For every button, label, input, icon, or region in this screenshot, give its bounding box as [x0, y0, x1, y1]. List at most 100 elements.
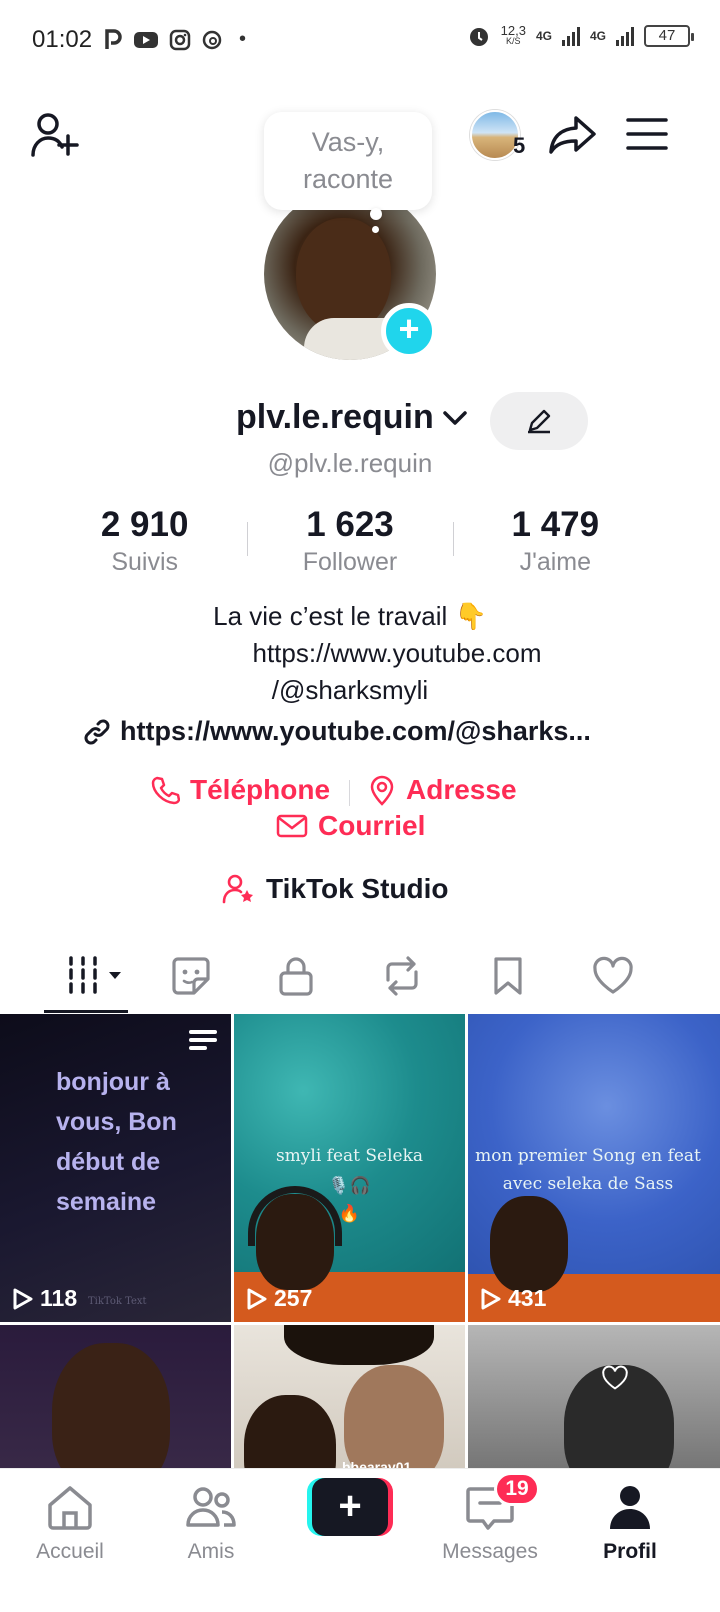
play-icon	[13, 1288, 33, 1309]
tab-videos[interactable]	[60, 950, 126, 1002]
active-tab-indicator	[44, 1010, 128, 1013]
add-friend-icon[interactable]	[30, 112, 80, 158]
story-prompt-bubble[interactable]: Vas-y, raconte	[264, 112, 432, 210]
video-person	[490, 1196, 568, 1292]
create-button[interactable]: +	[307, 1478, 393, 1536]
bookmark-icon	[494, 957, 522, 995]
video-thumbnail[interactable]: mon premier Song en feat avec seleka de …	[468, 1014, 720, 1322]
contact-divider	[349, 780, 350, 806]
text-post-content: bonjour à vous, Bon début de semaine	[56, 1068, 177, 1216]
nav-profile[interactable]: Profil	[570, 1483, 690, 1564]
video-thumbnail[interactable]: smyli feat Seleka 🎙️🎧 🔥 257	[234, 1014, 465, 1322]
stat-label: Follower	[302, 548, 398, 576]
video-thumbnail[interactable]	[468, 1325, 720, 1484]
phone-icon	[151, 776, 180, 805]
parking-app-icon	[105, 28, 122, 49]
profile-bio: La vie c’est le travail 👇 https://www.yo…	[0, 598, 700, 709]
text-watermark: TikTok Text	[88, 1296, 147, 1307]
battery-icon: 47	[644, 25, 694, 47]
nav-home[interactable]: Accueil	[10, 1483, 130, 1564]
chevron-down-icon	[443, 410, 467, 425]
home-icon	[48, 1486, 92, 1530]
bubble-line-1: Vas-y,	[311, 127, 385, 157]
tiktok-studio-link[interactable]: TikTok Studio	[222, 872, 449, 906]
profile-icon	[610, 1486, 650, 1529]
tab-reposts-stickers[interactable]	[163, 950, 219, 1002]
video-grid: bonjour à vous, Bon début de semaine Tik…	[0, 1014, 720, 1484]
bio-line-3: /@sharksmyli	[271, 675, 429, 705]
speed-value: 12,3	[500, 23, 526, 38]
bubble-tail-dot	[370, 208, 382, 220]
add-avatar-button[interactable]: +	[381, 303, 437, 359]
contact-email[interactable]: Courriel	[276, 810, 425, 842]
nav-friends[interactable]: Amis	[151, 1483, 271, 1564]
stat-value: 1 623	[306, 505, 394, 544]
tab-favorites[interactable]	[480, 950, 536, 1002]
repost-icon	[386, 956, 418, 996]
video-thumbnail[interactable]: bonjour à vous, Bon début de semaine Tik…	[0, 1014, 231, 1322]
video-thumbnail[interactable]	[0, 1325, 231, 1484]
alarm-icon	[469, 28, 488, 46]
nav-profile-label: Profil	[603, 1540, 657, 1563]
tab-liked[interactable]	[585, 950, 641, 1002]
menu-icon[interactable]	[626, 116, 668, 152]
sticker-icon	[172, 957, 210, 995]
more-notifications-dot: •	[239, 28, 247, 50]
username-handle: @plv.le.requin	[267, 448, 433, 478]
status-bar: 01:02 • 12,3 K/S 4G 4G 47	[0, 0, 720, 80]
friends-icon	[186, 1487, 236, 1527]
location-pin-icon	[370, 775, 394, 806]
bio-line-1: La vie c’est le travail 👇	[213, 601, 487, 631]
heart-sticker-icon	[602, 1365, 628, 1390]
profile-stats: 2 910 Suivis 1 623 Follower 1 479 J'aime	[42, 504, 658, 584]
messages-badge: 19	[494, 1472, 540, 1506]
stat-followers[interactable]: 1 623 Follower	[247, 504, 452, 584]
account-switcher[interactable]: plv.le.requin	[236, 398, 468, 437]
play-icon	[481, 1288, 501, 1309]
display-name: plv.le.requin	[236, 398, 434, 436]
nav-home-label: Accueil	[36, 1540, 104, 1563]
tab-private[interactable]	[268, 950, 324, 1002]
video-caption: mon premier Song en feat	[475, 1146, 701, 1166]
bubble-tail-dot-small	[372, 226, 379, 233]
share-icon[interactable]	[548, 112, 598, 158]
video-person	[52, 1343, 170, 1484]
story-viewer-count: 5	[513, 133, 526, 158]
mail-icon	[276, 814, 308, 838]
signal-2-icon	[616, 26, 634, 46]
contact-address-label: Adresse	[406, 774, 517, 805]
video-thumbnail[interactable]: bbearay01	[234, 1325, 465, 1484]
signal-1-icon	[561, 26, 580, 46]
tiktok-studio-label: TikTok Studio	[266, 873, 449, 904]
pencil-icon	[528, 409, 551, 434]
battery-level: 47	[658, 27, 676, 44]
stat-following[interactable]: 2 910 Suivis	[42, 504, 247, 584]
text-post-icon	[189, 1030, 217, 1050]
bio-line-2: https://www.youtube.com	[252, 638, 542, 668]
view-count-value: 118	[40, 1285, 78, 1311]
stat-likes[interactable]: 1 479 J'aime	[452, 504, 658, 584]
view-count: 431	[480, 1285, 546, 1312]
stat-label: J'aime	[519, 548, 592, 576]
view-count-value: 431	[508, 1285, 547, 1311]
tab-reposts[interactable]	[374, 950, 430, 1002]
view-count: 257	[246, 1285, 312, 1312]
avatar-face	[296, 218, 391, 333]
creator-star-icon	[222, 874, 253, 904]
nav-messages-label: Messages	[442, 1540, 538, 1563]
nav-friends-label: Amis	[187, 1540, 235, 1563]
view-count-value: 257	[274, 1285, 313, 1311]
contact-phone[interactable]: Téléphone	[150, 774, 330, 806]
bio-link[interactable]: https://www.youtube.com/@sharks...	[82, 716, 591, 747]
video-caption-2: avec seleka de Sass	[502, 1174, 674, 1194]
threads-icon	[202, 30, 222, 49]
video-caption: smyli feat Seleka	[275, 1146, 424, 1166]
stat-value: 1 479	[511, 505, 600, 544]
instagram-icon	[169, 29, 191, 50]
youtube-icon	[134, 31, 158, 48]
stat-label: Suivis	[111, 548, 178, 576]
contact-address[interactable]: Adresse	[368, 774, 517, 806]
network-type-1: 4G	[535, 29, 552, 43]
edit-profile-button[interactable]	[490, 392, 588, 450]
view-count: 118	[12, 1285, 77, 1312]
